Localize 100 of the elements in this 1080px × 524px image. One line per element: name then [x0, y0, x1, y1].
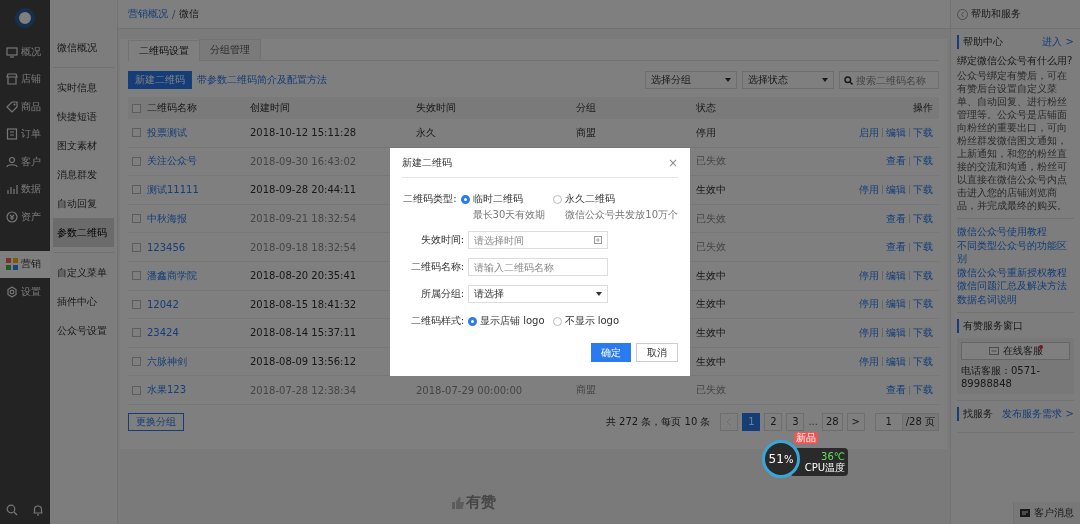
section-link[interactable]: 发布服务需求 >	[1002, 407, 1074, 421]
action-link[interactable]: 下载	[913, 383, 933, 398]
checkbox[interactable]	[132, 328, 141, 338]
action-link[interactable]: 停用	[859, 183, 879, 197]
help-link[interactable]: 微信公众号重新授权教程	[957, 265, 1074, 279]
subnav-item[interactable]: 自动回复	[53, 189, 114, 218]
action-link[interactable]: 停用	[859, 325, 879, 340]
nav-item[interactable]: 营销	[0, 250, 50, 278]
qrcode-name-link[interactable]: 测试11111	[147, 183, 199, 197]
name-input-field[interactable]: 请输入二维码名称	[468, 258, 608, 276]
subnav-item[interactable]: 插件中心	[53, 287, 114, 316]
nav-item[interactable]: 商品	[0, 93, 50, 121]
checkbox[interactable]	[132, 128, 141, 138]
date-field[interactable]: 请选择时间	[468, 231, 608, 249]
radio-button[interactable]	[460, 194, 470, 204]
action-link[interactable]: 下载	[913, 354, 933, 369]
nav-item[interactable]: 设置	[0, 278, 50, 306]
filter-dropdown[interactable]: 选择分组	[645, 71, 737, 89]
radio-button[interactable]	[468, 316, 477, 326]
radio-label[interactable]: 显示店铺 logo	[480, 314, 545, 328]
subnav-item[interactable]: 快捷短语	[53, 102, 114, 131]
checkbox[interactable]	[132, 299, 141, 309]
online-service-button[interactable]: 在线客服	[961, 342, 1070, 360]
help-link[interactable]: 微信问题汇总及解决方法	[957, 279, 1074, 293]
checkbox[interactable]	[132, 385, 141, 395]
qrcode-name-link[interactable]: 12042	[147, 298, 179, 310]
radio-label[interactable]: 不显示 logo	[564, 314, 620, 328]
nav-item[interactable]: 店铺	[0, 65, 50, 93]
next-page-button[interactable]: >	[846, 412, 865, 431]
action-link[interactable]: 启用	[859, 125, 879, 140]
help-link[interactable]: 带参数二维码简介及配置方法	[197, 73, 327, 87]
qrcode-name-link[interactable]: 投票测试	[147, 125, 187, 140]
confirm-button[interactable]: 确定	[591, 343, 631, 362]
action-link[interactable]: 查看	[886, 154, 906, 169]
page-button[interactable]: 2	[764, 412, 783, 431]
subnav-item[interactable]: 消息群发	[53, 160, 114, 189]
action-link[interactable]: 编辑	[886, 183, 906, 197]
change-group-button[interactable]: 更换分组	[128, 412, 184, 431]
action-link[interactable]: 查看	[886, 383, 906, 398]
breadcrumb-item[interactable]: 营销概况	[128, 7, 168, 21]
subnav-item[interactable]: 图文素材	[53, 131, 114, 160]
nav-item[interactable]: 资产	[0, 203, 50, 231]
action-link[interactable]: 停用	[859, 268, 879, 283]
checkbox[interactable]	[132, 242, 141, 252]
filter-dropdown[interactable]: 选择状态	[742, 71, 834, 89]
action-link[interactable]: 下载	[913, 240, 933, 255]
nav-item[interactable]: 概况	[0, 38, 50, 66]
action-link[interactable]: 停用	[859, 297, 879, 312]
checkbox[interactable]	[132, 103, 141, 113]
checkbox[interactable]	[132, 357, 141, 367]
action-link[interactable]: 编辑	[886, 325, 906, 340]
nav-item[interactable]: 客户	[0, 148, 50, 176]
action-link[interactable]: 查看	[886, 240, 906, 255]
subnav-item[interactable]: 自定义菜单	[53, 258, 114, 287]
page-button[interactable]: 28	[822, 412, 843, 431]
action-link[interactable]: 编辑	[886, 354, 906, 369]
radio-label[interactable]: 永久二维码	[565, 192, 616, 206]
cancel-button[interactable]: 取消	[636, 343, 678, 362]
checkbox[interactable]	[132, 214, 141, 224]
help-link[interactable]: 不同类型公众号的功能区别	[957, 238, 1074, 266]
close-button[interactable]: ×	[667, 155, 678, 170]
action-link[interactable]: 下载	[913, 325, 933, 340]
subnav-item[interactable]: 参数二维码	[53, 218, 114, 247]
qrcode-name-link[interactable]: 关注公众号	[147, 154, 197, 169]
radio-label[interactable]: 临时二维码	[472, 192, 523, 206]
nav-item[interactable]: 订单	[0, 120, 50, 148]
subnav-item[interactable]: 微信概况	[53, 33, 114, 62]
subnav-item[interactable]: 实时信息	[53, 73, 114, 102]
qrcode-name-link[interactable]: 123456	[147, 241, 186, 253]
action-link[interactable]: 下载	[913, 154, 933, 169]
customer-messages-button[interactable]: 客户消息	[1013, 502, 1080, 524]
action-link[interactable]: 下载	[913, 297, 933, 312]
page-input[interactable]: 1	[874, 412, 903, 431]
group-dropdown[interactable]: 请选择	[468, 285, 608, 303]
page-button[interactable]: 3	[786, 412, 805, 431]
action-link[interactable]: 下载	[913, 211, 933, 226]
qrcode-name-link[interactable]: 潘鑫商学院	[147, 268, 197, 283]
checkbox[interactable]	[132, 185, 141, 195]
action-link[interactable]: 查看	[886, 211, 906, 226]
qrcode-name-link[interactable]: 中秋海报	[147, 211, 187, 226]
action-link[interactable]: 下载	[913, 183, 933, 197]
action-link[interactable]: 编辑	[886, 297, 906, 312]
tab[interactable]: 分组管理	[199, 39, 261, 60]
checkbox[interactable]	[132, 156, 141, 166]
action-link[interactable]: 编辑	[886, 268, 906, 283]
action-link[interactable]: 编辑	[886, 125, 906, 140]
action-link[interactable]: 下载	[913, 125, 933, 140]
qrcode-name-link[interactable]: 六脉神剑	[147, 354, 187, 369]
new-qrcode-button[interactable]: 新建二维码	[128, 71, 192, 89]
section-link[interactable]: 进入 >	[1042, 35, 1074, 49]
action-link[interactable]: 下载	[913, 268, 933, 283]
help-link[interactable]: 微信公众号使用教程	[957, 225, 1074, 239]
subnav-item[interactable]: 公众号设置	[53, 316, 114, 345]
qrcode-name-link[interactable]: 水果123	[147, 383, 187, 398]
page-button[interactable]: 1	[742, 412, 761, 431]
qrcode-name-link[interactable]: 23424	[147, 327, 179, 339]
action-link[interactable]: 停用	[859, 354, 879, 369]
checkbox[interactable]	[132, 271, 141, 281]
nav-item[interactable]: 数据	[0, 175, 50, 203]
help-link[interactable]: 数据名词说明	[957, 292, 1074, 306]
